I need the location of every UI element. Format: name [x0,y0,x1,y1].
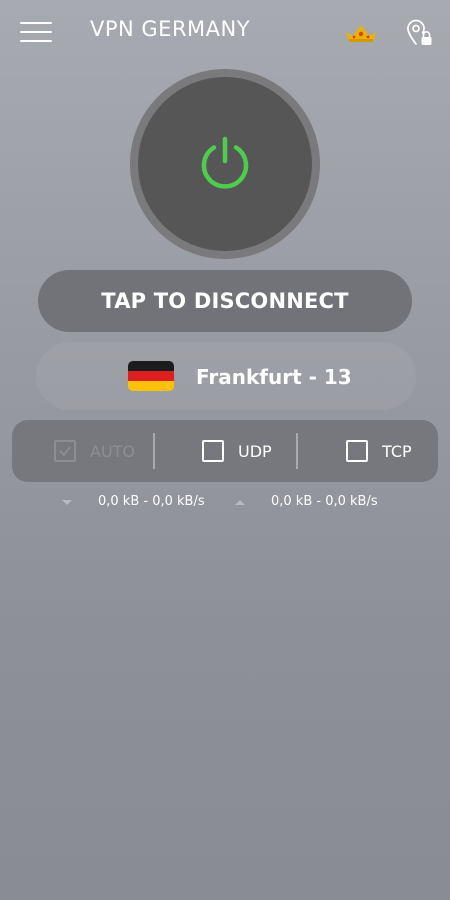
germany-flag-icon [128,361,174,391]
hamburger-menu-icon[interactable] [20,22,52,42]
traffic-stats: 0,0 kB - 0,0 kB/s 0,0 kB - 0,0 kB/s [0,494,450,514]
divider [296,433,298,469]
auto-label: AUTO [90,441,136,461]
auto-checkbox[interactable] [54,440,76,462]
server-name: Frankfurt - 13 [196,365,352,389]
protocol-auto-option[interactable]: AUTO [54,420,135,482]
upload-text: 0,0 kB - 0,0 kB/s [271,494,378,509]
top-bar: VPN GERMANY [0,0,450,64]
download-stat: 0,0 kB - 0,0 kB/s [60,494,205,509]
power-button[interactable] [138,77,312,251]
tcp-checkbox[interactable] [346,440,368,462]
disconnect-button[interactable]: TAP TO DISCONNECT [38,270,412,332]
checkmark-icon [59,446,71,457]
download-text: 0,0 kB - 0,0 kB/s [98,494,205,509]
udp-checkbox[interactable] [202,440,224,462]
power-button-ring [130,69,320,259]
server-selector[interactable]: Frankfurt - 13 [36,342,416,410]
upload-arrow-icon [235,499,245,505]
download-arrow-icon [62,499,72,505]
power-icon [201,136,249,189]
app-title: VPN GERMANY [90,17,251,41]
upload-stat: 0,0 kB - 0,0 kB/s [233,494,378,509]
protocol-udp-option[interactable]: UDP [202,420,272,482]
protocol-tcp-option[interactable]: TCP [346,420,412,482]
divider [153,433,155,469]
location-lock-icon[interactable] [404,18,434,48]
crown-icon[interactable] [344,22,378,44]
tcp-label: TCP [382,441,412,461]
udp-label: UDP [238,441,272,461]
protocol-selector: AUTO UDP TCP [12,420,438,482]
